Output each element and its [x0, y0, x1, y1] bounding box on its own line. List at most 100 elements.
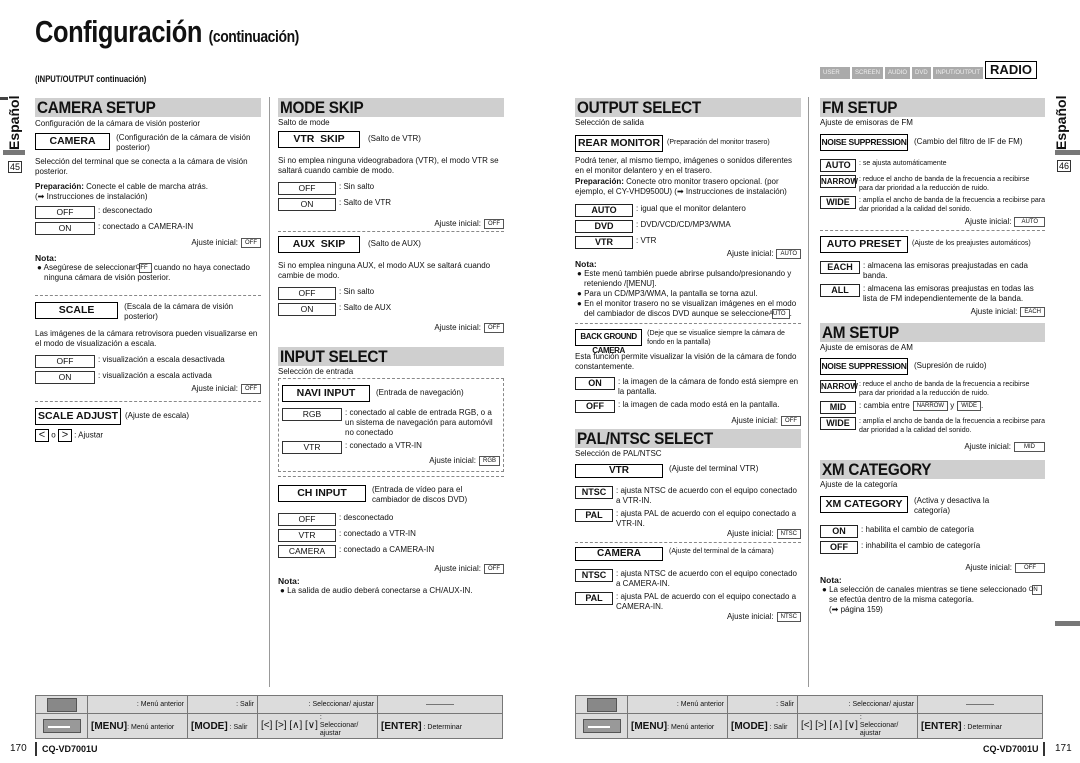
section-heading: MODE SKIP: [278, 98, 504, 117]
option-vtr[interactable]: VTR: [278, 529, 336, 542]
initial-value-chip: OFF: [484, 322, 504, 333]
navi-input-button[interactable]: NAVI INPUT: [282, 385, 370, 402]
option-desc: : habilita el cambio de categoría: [861, 524, 974, 534]
auto-preset-button[interactable]: AUTO PRESET: [820, 235, 908, 253]
option-off[interactable]: OFF: [278, 181, 336, 195]
enter-key[interactable]: [ENTER]: [381, 721, 422, 732]
preparation: Preparación: Conecte otro monitor traser…: [575, 177, 801, 198]
section-heading: OUTPUT SELECT: [575, 98, 801, 117]
left-arrow-key[interactable]: <: [35, 428, 49, 442]
option-auto[interactable]: AUTO: [575, 203, 633, 217]
initial-setting: Ajuste inicial: OFF: [278, 564, 504, 574]
mid-text: : cambia entre: [859, 401, 910, 411]
aux-skip-button[interactable]: AUX SKIP: [278, 235, 360, 253]
section-heading: INPUT SELECT: [278, 346, 504, 366]
option-ntsc[interactable]: NTSC: [575, 569, 613, 583]
right-arrow-key[interactable]: >: [57, 428, 72, 442]
option-on[interactable]: ON: [575, 376, 615, 390]
note-title: Nota:: [278, 576, 300, 586]
touch-menu-prev: : Menú anterior: [87, 695, 188, 714]
paragraph: Esta función permite visualizar la visió…: [575, 351, 797, 372]
option-all[interactable]: ALL: [820, 283, 860, 297]
initial-label: Ajuste inicial:: [191, 383, 238, 393]
section-intro: Ajuste de emisoras de AM: [820, 342, 913, 352]
option-on[interactable]: ON: [820, 524, 858, 538]
option-ntsc[interactable]: NTSC: [575, 486, 613, 500]
tab-user[interactable]: USER: [820, 67, 850, 79]
menu-key[interactable]: [MENU]: [91, 721, 127, 732]
option-off[interactable]: OFF: [35, 354, 95, 368]
camera-button[interactable]: CAMERA: [575, 547, 663, 562]
option-pal[interactable]: PAL: [575, 592, 613, 606]
vtr-skip-button[interactable]: VTR SKIP: [278, 130, 360, 148]
option-narrow[interactable]: NARROW: [820, 380, 858, 393]
initial-setting: Ajuste inicial: NTSC: [575, 529, 801, 540]
option-on[interactable]: ON: [278, 197, 336, 211]
heading-text: PAL/NTSC SELECT: [577, 428, 713, 448]
option-vtr[interactable]: VTR: [575, 235, 633, 249]
button-description: (Entrada de navegación): [376, 388, 464, 397]
option-each[interactable]: EACH: [820, 260, 860, 274]
touchscreen-icon: [586, 697, 617, 712]
enter-key[interactable]: [ENTER]: [921, 721, 962, 732]
tab-dvd[interactable]: DVD: [912, 67, 931, 79]
option-off[interactable]: OFF: [575, 399, 615, 413]
scale-button[interactable]: SCALE: [35, 301, 119, 319]
camera-button[interactable]: CAMERA: [35, 132, 111, 150]
initial-setting: Ajuste inicial: AUTO: [575, 248, 801, 259]
option-off[interactable]: OFF: [35, 205, 95, 219]
dashed-divider: [575, 322, 801, 324]
vtr-button[interactable]: VTR: [575, 464, 663, 479]
noise-suppression-button[interactable]: NOISE SUPPRESSION: [820, 358, 908, 375]
dashed-divider: [278, 230, 504, 232]
mode-key[interactable]: [MODE]: [191, 721, 228, 732]
option-rgb[interactable]: RGB: [282, 408, 342, 421]
note-title: Nota:: [575, 258, 597, 269]
xm-category-button[interactable]: XM CATEGORY: [820, 495, 908, 513]
initial-value-chip: OFF: [1015, 562, 1045, 573]
background-camera-button[interactable]: BACK GROUND CAMERA: [575, 328, 643, 355]
mode-key[interactable]: [MODE]: [731, 721, 768, 732]
tab-input-output[interactable]: INPUT/OUTPUT: [932, 67, 984, 79]
key-desc: : Salir: [229, 723, 248, 731]
option-on[interactable]: ON: [35, 221, 95, 235]
option-on[interactable]: ON: [35, 370, 95, 384]
navi-input-box: NAVI INPUT (Entrada de navegación) RGB : …: [278, 378, 504, 472]
rear-monitor-button[interactable]: REAR MONITOR: [575, 134, 663, 152]
option-wide[interactable]: WIDE: [820, 417, 856, 430]
option-desc: : VTR: [636, 235, 657, 245]
scale-adjust-button[interactable]: SCALE ADJUST: [35, 407, 121, 425]
option-on[interactable]: ON: [278, 302, 336, 316]
option-narrow[interactable]: NARROW: [820, 174, 858, 188]
menu-key[interactable]: [MENU]: [631, 721, 667, 732]
section-heading: PAL/NTSC SELECT: [575, 428, 801, 448]
option-off[interactable]: OFF: [278, 513, 336, 526]
section-intro: Ajuste de la categoría: [820, 480, 898, 489]
button-description: (Entrada de vídeo para el cambiador de d…: [372, 485, 468, 504]
arrow-keys[interactable]: [<] [>] [∧] [∨]: [801, 720, 858, 731]
section-heading: AM SETUP: [820, 322, 1045, 342]
button-description: (Supresión de ruido): [914, 361, 987, 370]
initial-label: Ajuste inicial:: [191, 237, 238, 247]
footer-divider: [35, 742, 37, 756]
option-off[interactable]: OFF: [278, 286, 336, 300]
option-camera[interactable]: CAMERA: [278, 545, 336, 558]
option-off[interactable]: OFF: [820, 540, 858, 554]
touch-exit: : Salir: [727, 695, 798, 714]
option-vtr[interactable]: VTR: [282, 441, 342, 454]
initial-setting: Ajuste inicial: RGB: [282, 456, 500, 466]
tab-audio[interactable]: AUDIO: [885, 67, 911, 79]
option-dvd[interactable]: DVD: [575, 219, 633, 233]
option-desc: : conectado a VTR-IN: [345, 441, 422, 450]
ch-input-button[interactable]: CH INPUT: [278, 485, 366, 502]
option-wide[interactable]: WIDE: [820, 195, 856, 209]
option-mid[interactable]: MID: [820, 401, 856, 414]
arrow-keys[interactable]: [<] [>] [∧] [∨]: [261, 720, 318, 731]
initial-label: Ajuste inicial:: [731, 415, 778, 425]
option-pal[interactable]: PAL: [575, 509, 613, 523]
noise-suppression-button[interactable]: NOISE SUPPRESSION: [820, 133, 908, 151]
note-text: Asegúrese de seleccionar: [43, 262, 136, 272]
tab-radio[interactable]: RADIO: [985, 61, 1037, 79]
tab-screen[interactable]: SCREEN: [852, 67, 884, 79]
option-auto[interactable]: AUTO: [820, 158, 856, 172]
